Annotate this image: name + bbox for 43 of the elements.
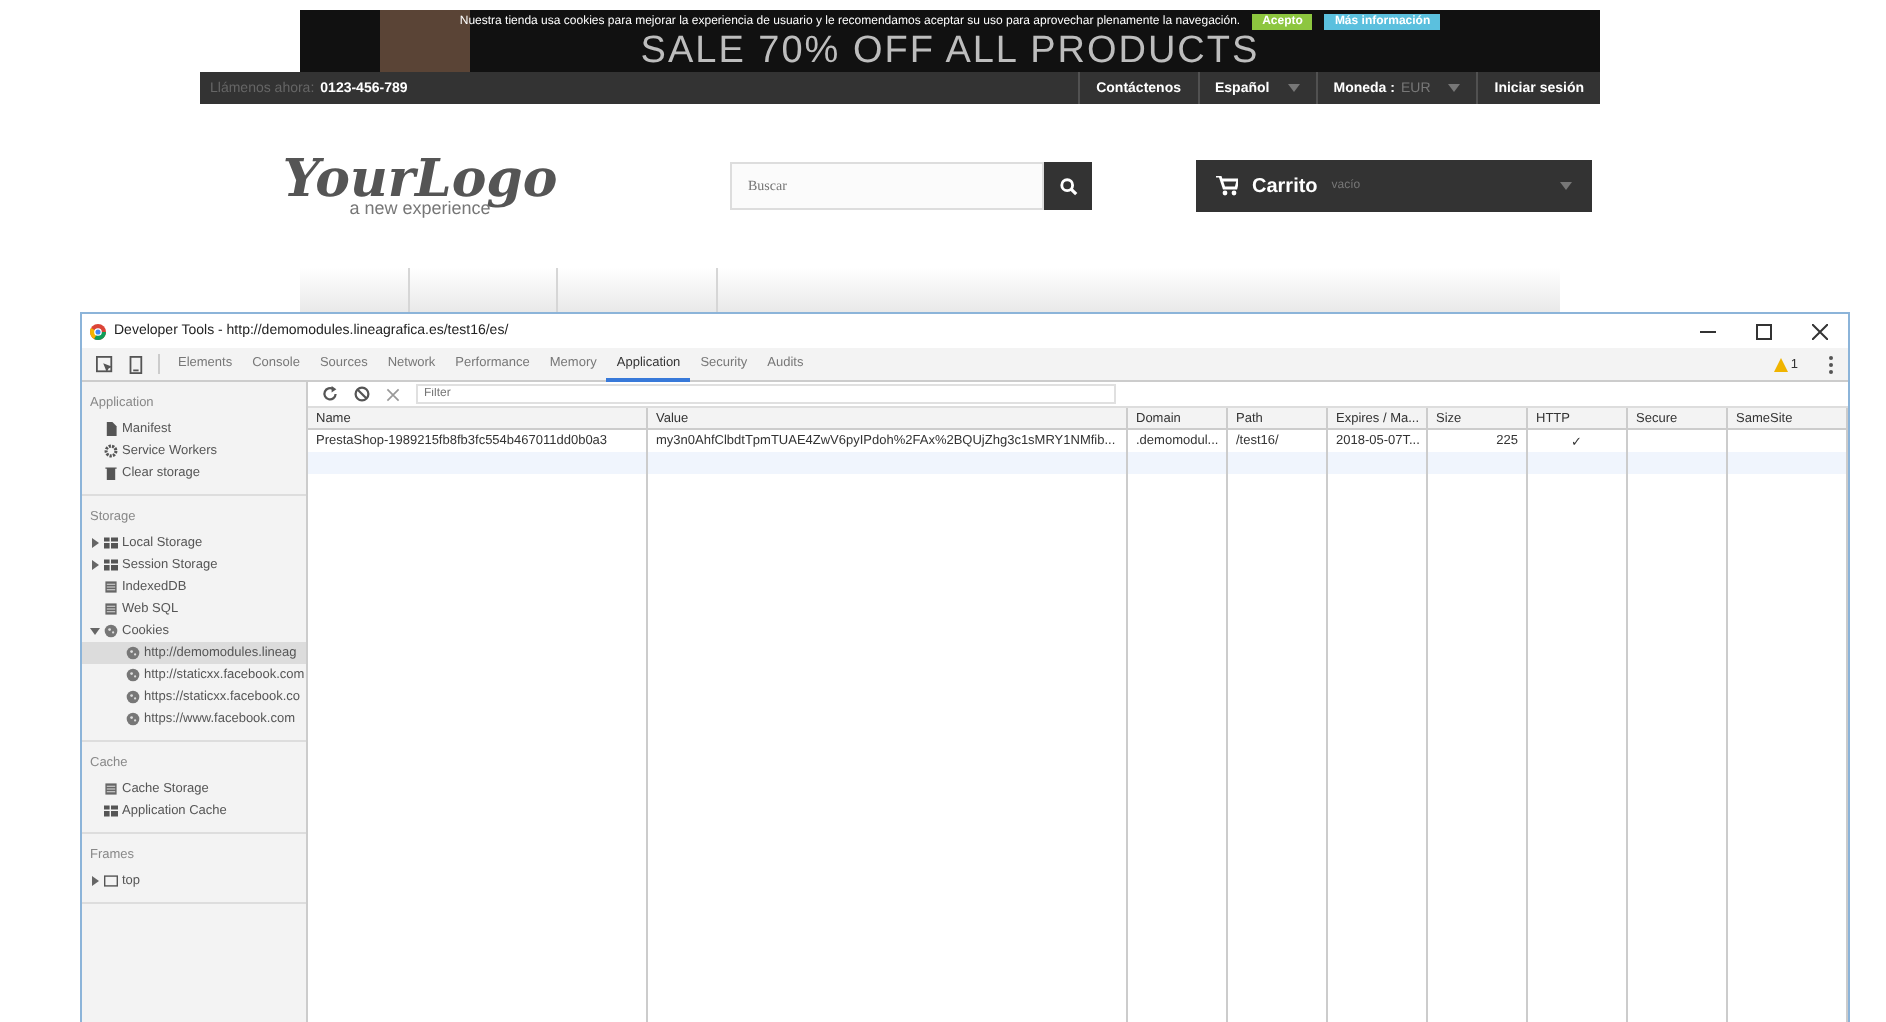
grid-icon [104,804,118,818]
table-cell [1428,452,1528,474]
close-icon [386,387,400,401]
caret-right-icon[interactable] [90,876,100,886]
banner-headline: SALE 70% OFF ALL PRODUCTS [640,32,1260,72]
warning-icon [1774,357,1789,371]
device-icon [126,355,144,373]
cookie-icon [126,646,140,660]
table-cell [1528,452,1628,474]
table-cell [1728,452,1848,474]
database-icon [104,580,118,594]
search-button[interactable] [1044,162,1092,210]
table-cell [1228,452,1328,474]
caret-icon [1560,182,1572,190]
search-icon [1059,177,1077,195]
caret-down-icon[interactable] [90,626,100,636]
refresh-icon [322,386,338,402]
document-icon [104,422,118,436]
close-icon [1812,323,1828,339]
cursor-box-icon [96,355,114,373]
caret-right-icon[interactable] [90,560,100,570]
maximize-icon [1756,323,1772,339]
block-icon [354,386,370,402]
caret-right-icon[interactable] [90,538,100,548]
cookie-icon [126,668,140,682]
cookie-icon [126,690,140,704]
frame-icon [104,874,118,888]
caret-icon [1287,84,1300,92]
more-icon [1828,355,1834,373]
database-icon [104,782,118,796]
cookie-icon [104,624,118,638]
bin-icon [104,466,118,480]
table-cell [1628,452,1728,474]
table-cell [1328,452,1428,474]
grid-icon [104,536,118,550]
database-icon [104,602,118,616]
gear-icon [104,444,118,458]
cart-icon [1216,176,1238,196]
grid-icon [104,558,118,572]
caret-icon [1448,84,1461,92]
cookie-icon [126,712,140,726]
table-cell [1128,452,1228,474]
browser-icon [90,323,106,339]
